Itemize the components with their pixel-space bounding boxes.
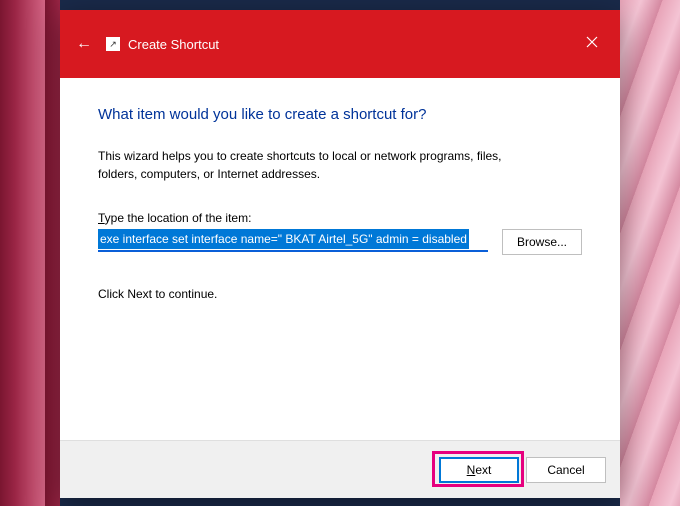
continue-hint: Click Next to continue. [98, 287, 582, 301]
window-title: Create Shortcut [128, 37, 219, 52]
shortcut-icon: ↗ [106, 37, 120, 51]
location-input[interactable]: exe interface set interface name=" BKAT … [98, 229, 488, 252]
create-shortcut-dialog: ← ↗ Create Shortcut What item would you … [60, 10, 620, 498]
cancel-button[interactable]: Cancel [526, 457, 606, 483]
location-input-selection: exe interface set interface name=" BKAT … [98, 229, 469, 249]
titlebar: ← ↗ Create Shortcut [60, 10, 620, 78]
browse-button[interactable]: Browse... [502, 229, 582, 255]
back-arrow-icon[interactable]: ← [76, 35, 92, 53]
close-icon[interactable] [578, 28, 606, 56]
dialog-content: What item would you like to create a sho… [60, 78, 620, 440]
description-text: This wizard helps you to create shortcut… [98, 147, 538, 183]
dialog-footer: Next Cancel [60, 440, 620, 498]
page-heading: What item would you like to create a sho… [98, 106, 582, 123]
location-label: Type the location of the item: [98, 211, 582, 225]
next-button[interactable]: Next [439, 457, 519, 483]
